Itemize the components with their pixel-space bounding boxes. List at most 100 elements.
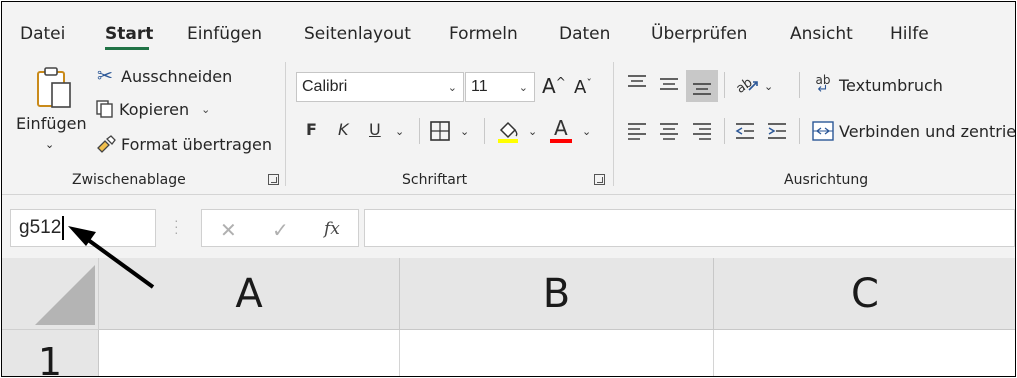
tab-daten[interactable]: Daten: [559, 24, 610, 44]
align-bottom-icon: [693, 83, 711, 95]
wrap-text-icon: ab ↵: [812, 74, 834, 97]
cut-button[interactable]: ✂ Ausschneiden: [95, 65, 232, 87]
cell-b1[interactable]: [400, 330, 714, 376]
decrease-indent-icon[interactable]: [734, 122, 756, 140]
excel-window: Datei Start Einfügen Seitenlayout Formel…: [1, 1, 1016, 377]
align-center-icon[interactable]: [658, 122, 680, 140]
copy-button[interactable]: Kopieren ⌄: [95, 99, 210, 119]
ribbon-tabs: Datei Start Einfügen Seitenlayout Formel…: [2, 2, 1015, 50]
borders-icon[interactable]: [429, 120, 451, 142]
paste-icon[interactable]: [34, 66, 74, 110]
merge-center-label: Verbinden und zentriere: [839, 121, 1016, 141]
align-middle-icon[interactable]: [658, 76, 680, 94]
shrink-caret-icon: ˇ: [586, 77, 592, 90]
borders-dropdown-chevron-icon[interactable]: ⌄: [460, 125, 469, 138]
font-name-combobox[interactable]: Calibri ⌄: [296, 72, 464, 102]
cancel-icon[interactable]: ✕: [220, 218, 237, 243]
name-box[interactable]: g512: [10, 209, 156, 247]
cell-c1[interactable]: [714, 330, 1015, 376]
increase-indent-icon[interactable]: [766, 122, 788, 140]
tab-hilfe[interactable]: Hilfe: [890, 24, 929, 44]
wrap-text-label: Textumbruch: [839, 75, 943, 95]
divider: [724, 72, 725, 98]
svg-text:ab: ab: [734, 75, 756, 96]
align-left-icon[interactable]: [626, 122, 648, 140]
tab-start[interactable]: Start: [105, 24, 153, 44]
active-tab-indicator: [105, 47, 149, 50]
divider: [799, 118, 800, 144]
merge-center-icon: [812, 121, 834, 141]
tab-formeln[interactable]: Formeln: [449, 24, 518, 44]
format-painter-icon: [97, 135, 116, 153]
bold-button[interactable]: F: [306, 120, 317, 139]
paste-button[interactable]: Einfügen: [16, 114, 87, 133]
font-size-chevron-icon[interactable]: ⌄: [519, 81, 528, 94]
font-color-letter: A: [554, 116, 568, 140]
underline-dropdown-chevron-icon[interactable]: ⌄: [395, 125, 404, 138]
merge-center-button[interactable]: Verbinden und zentriere: [812, 121, 1016, 141]
copy-icon: [96, 100, 113, 118]
enter-check-icon[interactable]: ✓: [272, 218, 289, 243]
group-separator: [285, 62, 286, 186]
group-separator: [613, 62, 614, 186]
clipboard-group-label: Zwischenablage: [72, 172, 186, 188]
align-bottom-button[interactable]: [686, 70, 718, 102]
shrink-font-button[interactable]: Aˇ: [574, 77, 592, 98]
font-name-chevron-icon[interactable]: ⌄: [448, 81, 457, 94]
insert-function-icon[interactable]: fx: [324, 219, 340, 239]
font-group-label: Schriftart: [402, 172, 468, 188]
formula-buttons: ✕ ✓ fx: [201, 209, 359, 247]
divider: [419, 118, 420, 144]
format-painter-button[interactable]: Format übertragen: [95, 134, 272, 154]
font-dialog-launcher-icon[interactable]: [594, 174, 605, 185]
select-all-triangle-icon: [35, 265, 95, 325]
font-color-dropdown-chevron-icon[interactable]: ⌄: [582, 125, 591, 138]
row-header-1[interactable]: 1: [2, 330, 99, 376]
divider: [484, 118, 485, 144]
column-header-b[interactable]: B: [400, 258, 714, 330]
text-cursor: [62, 215, 65, 240]
scissors-icon: ✂: [97, 65, 113, 87]
column-header-c[interactable]: C: [714, 258, 1015, 330]
divider: [724, 118, 725, 144]
format-painter-label: Format übertragen: [121, 134, 272, 154]
copy-label: Kopieren: [119, 99, 190, 119]
italic-button[interactable]: K: [338, 120, 349, 139]
cut-label: Ausschneiden: [121, 66, 233, 86]
grow-caret-icon: ^: [555, 75, 566, 89]
formula-input[interactable]: [364, 209, 1015, 247]
fill-color-icon[interactable]: [495, 118, 521, 144]
alignment-group-label: Ausrichtung: [784, 172, 869, 188]
orientation-icon[interactable]: ab: [733, 72, 759, 96]
shrink-font-letter: A: [574, 77, 587, 98]
tab-ansicht[interactable]: Ansicht: [790, 24, 853, 44]
tab-einfuegen[interactable]: Einfügen: [187, 24, 262, 44]
grow-font-letter: A: [542, 74, 556, 98]
tab-ueberpruefen[interactable]: Überprüfen: [651, 24, 747, 44]
tab-datei[interactable]: Datei: [20, 24, 65, 44]
sheet-grid: A B C 1: [2, 258, 1015, 376]
grow-font-button[interactable]: A ^: [542, 74, 566, 98]
font-size-value: 11: [471, 78, 488, 95]
fill-color-dropdown-chevron-icon[interactable]: ⌄: [528, 125, 537, 138]
align-right-icon[interactable]: [691, 122, 713, 140]
wrap-arrow-glyph: ↵: [817, 82, 829, 97]
name-box-value: g512: [19, 217, 62, 238]
clipboard-dialog-launcher-icon[interactable]: [268, 174, 279, 185]
formula-bar-grip-icon[interactable]: · · ·: [174, 213, 179, 239]
divider: [799, 72, 800, 98]
copy-dropdown-chevron-icon[interactable]: ⌄: [201, 103, 210, 116]
font-size-combobox[interactable]: 11 ⌄: [465, 72, 535, 102]
orientation-dropdown-chevron-icon[interactable]: ⌄: [764, 80, 773, 93]
tab-seitenlayout[interactable]: Seitenlayout: [304, 24, 411, 44]
underline-button[interactable]: U: [369, 120, 381, 139]
formula-bar: g512 · · · ✕ ✓ fx: [2, 194, 1015, 256]
font-color-button[interactable]: A: [549, 116, 575, 144]
column-header-a[interactable]: A: [99, 258, 400, 330]
align-top-icon[interactable]: [626, 74, 648, 92]
wrap-text-button[interactable]: ab ↵ Textumbruch: [812, 74, 943, 97]
font-color-swatch: [550, 139, 572, 143]
select-all-button[interactable]: [2, 258, 99, 330]
cell-a1[interactable]: [99, 330, 400, 376]
paste-dropdown-chevron-icon[interactable]: ⌄: [45, 138, 54, 151]
